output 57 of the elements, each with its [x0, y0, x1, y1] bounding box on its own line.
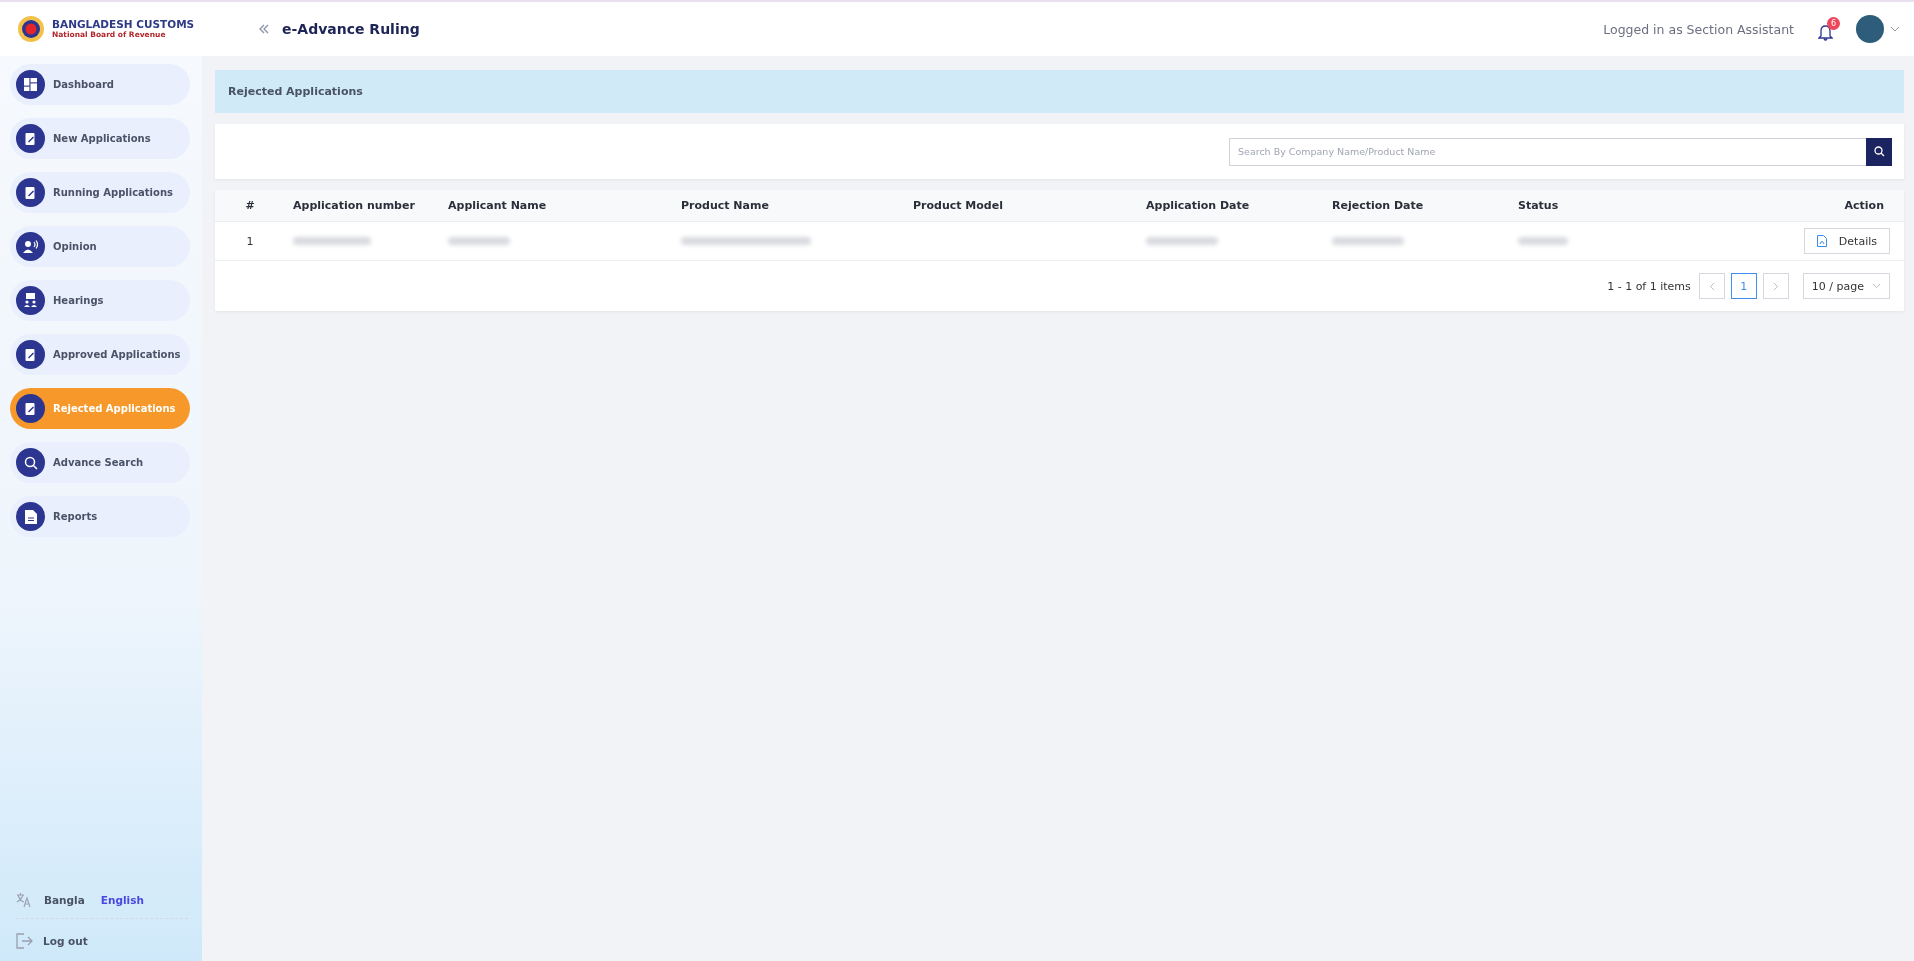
double-chevron-left-icon	[258, 22, 270, 35]
chevron-down-icon[interactable]	[1890, 26, 1900, 32]
app-title: e-Advance Ruling	[282, 21, 420, 37]
column-header: Application number	[285, 190, 440, 222]
chevron-right-icon	[1772, 281, 1779, 291]
blurred-text	[1518, 237, 1568, 245]
blurred-text	[1332, 237, 1404, 245]
translate-icon	[16, 892, 32, 908]
blurred-text	[448, 237, 510, 245]
language-option[interactable]: English	[96, 894, 148, 906]
column-header: Product Model	[905, 190, 1138, 222]
grid-icon	[24, 78, 37, 91]
chevron-down-icon	[1872, 283, 1881, 289]
user-avatar[interactable]	[1856, 15, 1884, 43]
details-button[interactable]: Details	[1803, 228, 1890, 254]
sidebar-item[interactable]: Hearings	[10, 280, 190, 321]
language-option[interactable]: Bangla	[40, 894, 89, 906]
sidebar-item[interactable]: Dashboard	[10, 64, 190, 105]
logout-icon	[16, 933, 33, 949]
sidebar-item[interactable]: Approved Applications	[10, 334, 190, 375]
column-header: Action	[1663, 190, 1904, 222]
meeting-icon	[24, 293, 37, 308]
document-edit-icon	[24, 131, 37, 146]
chevron-left-icon	[1708, 281, 1715, 291]
document-edit-icon	[24, 401, 37, 416]
column-header: Product Name	[673, 190, 905, 222]
document-edit-icon	[24, 347, 37, 362]
column-header: #	[215, 190, 285, 222]
logout-button[interactable]: Log out	[16, 919, 188, 949]
sidebar-item[interactable]: New Applications	[10, 118, 190, 159]
notification-button[interactable]: 6	[1818, 17, 1840, 41]
search-icon	[23, 455, 38, 470]
report-icon	[24, 509, 37, 524]
page-title: Rejected Applications	[228, 85, 363, 98]
notification-count-badge: 6	[1827, 17, 1840, 30]
logo-title: BANGLADESH CUSTOMS	[52, 19, 195, 31]
search-button[interactable]	[1866, 137, 1892, 166]
column-header: Rejection Date	[1324, 190, 1510, 222]
sidebar-item[interactable]: Running Applications	[10, 172, 190, 213]
sidebar-item[interactable]: Opinion	[10, 226, 190, 267]
pdf-file-icon	[1816, 235, 1827, 247]
blurred-text	[1146, 237, 1218, 245]
search-field[interactable]: Search By Company Name/Product Name	[1229, 137, 1866, 166]
bell-icon	[1818, 24, 1833, 41]
speaker-person-icon	[23, 240, 38, 253]
pagination-summary: 1 - 1 of 1 items	[1607, 279, 1691, 293]
sidebar-item[interactable]: Advance Search	[10, 442, 190, 483]
customs-emblem-icon	[16, 14, 46, 44]
document-edit-icon	[24, 185, 37, 200]
table-cell: 1	[215, 222, 285, 261]
sidebar-item[interactable]: Reports	[10, 496, 190, 537]
search-icon	[1873, 146, 1885, 157]
column-header: Applicant Name	[440, 190, 673, 222]
column-header: Status	[1510, 190, 1663, 222]
page-size-select[interactable]: 10 / page	[1802, 273, 1890, 299]
logged-in-user-text: Logged in as Section Assistant	[1603, 21, 1794, 37]
column-header: Application Date	[1138, 190, 1324, 222]
